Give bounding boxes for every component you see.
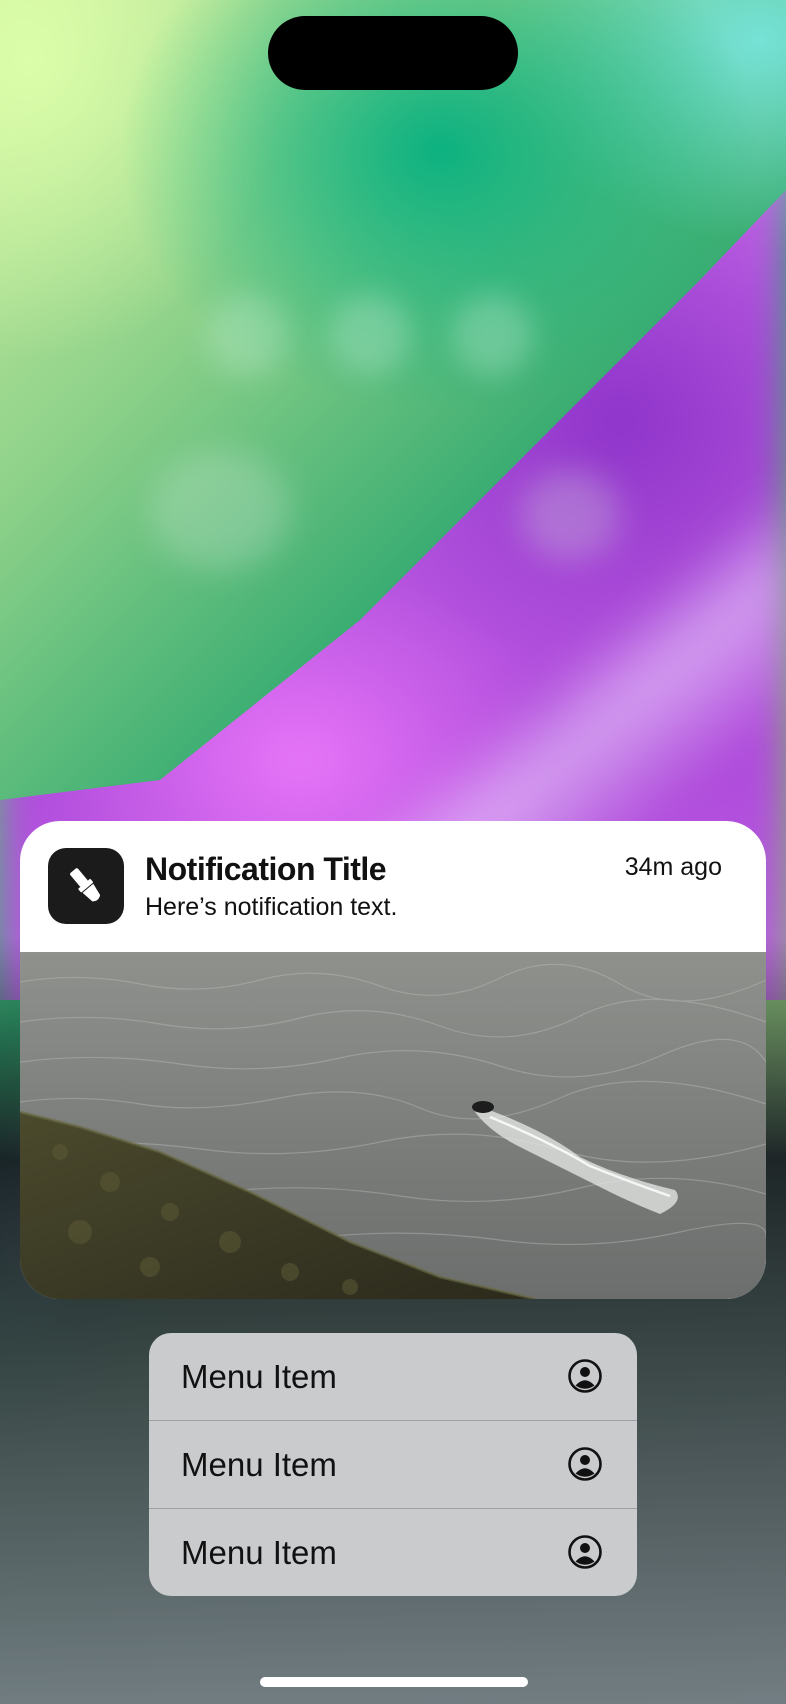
menu-item-label: Menu Item	[181, 1534, 337, 1571]
notification-title: Notification Title	[145, 851, 387, 887]
notification-header: Notification Title Here’s notification t…	[20, 821, 766, 952]
notification-text: Here’s notification text.	[145, 893, 398, 921]
menu-item-label: Menu Item	[181, 1358, 337, 1395]
notification-card[interactable]: Notification Title Here’s notification t…	[20, 821, 766, 1299]
person-circle-icon	[568, 1359, 602, 1393]
home-indicator[interactable]	[260, 1677, 528, 1687]
person-circle-icon	[568, 1535, 602, 1569]
menu-item[interactable]: Menu Item	[149, 1333, 637, 1420]
notification-context-menu: Menu Item Menu Item Menu Item	[149, 1333, 637, 1596]
menu-item[interactable]: Menu Item	[149, 1509, 637, 1596]
notification-image	[20, 952, 766, 1299]
notification-timestamp: 34m ago	[624, 853, 722, 881]
app-icon	[48, 848, 124, 924]
menu-item[interactable]: Menu Item	[149, 1421, 637, 1508]
person-circle-icon	[568, 1447, 602, 1481]
menu-item-label: Menu Item	[181, 1446, 337, 1483]
paintbrush-icon	[70, 868, 101, 902]
dynamic-island	[268, 16, 518, 90]
